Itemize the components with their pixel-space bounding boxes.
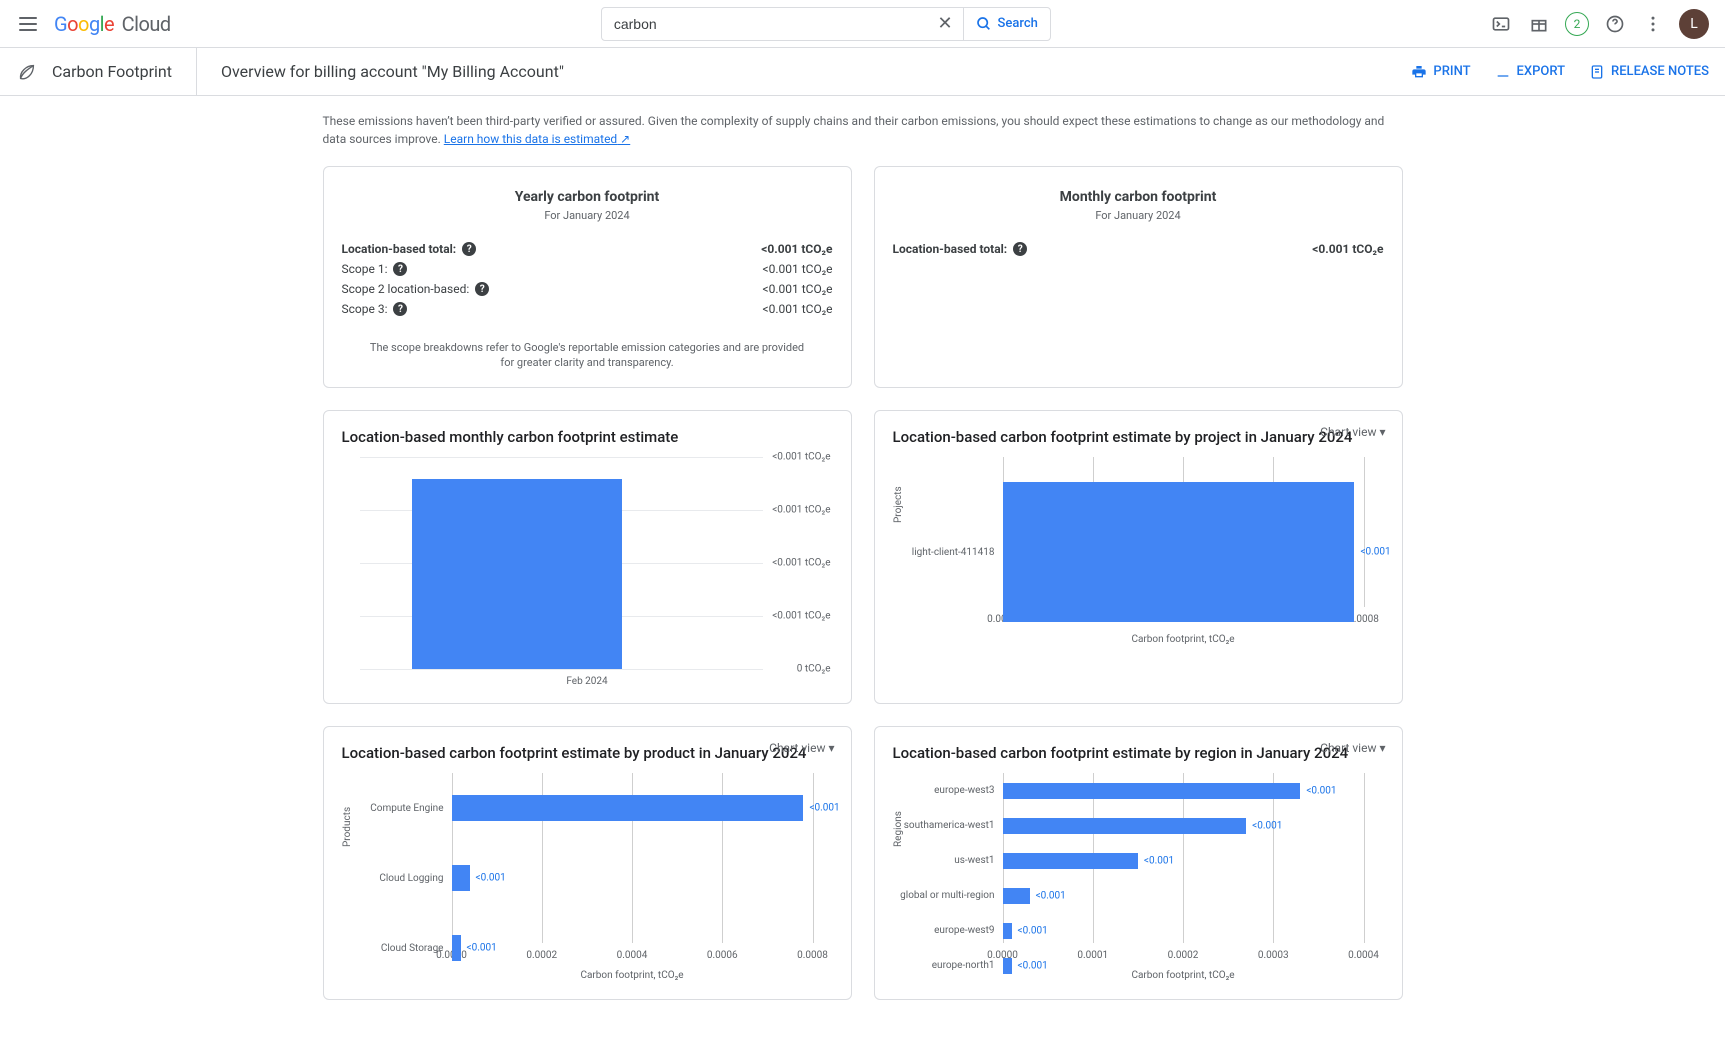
help-icon[interactable]: ? — [393, 302, 407, 316]
search-button-label: Search — [998, 16, 1038, 31]
monthly-card: Monthly carbon footprint For January 202… — [874, 166, 1403, 388]
bar-category: Cloud Logging — [342, 873, 452, 884]
bar-category: us-west1 — [893, 855, 1003, 866]
print-icon — [1411, 64, 1427, 80]
avatar[interactable]: L — [1679, 9, 1709, 39]
bar-feb-2024 — [412, 479, 622, 669]
x-axis-label: Feb 2024 — [412, 676, 763, 687]
yearly-note: The scope breakdowns refer to Google's r… — [342, 340, 833, 371]
yearly-title: Yearly carbon footprint — [342, 189, 833, 205]
help-icon[interactable]: ? — [475, 282, 489, 296]
y-tick-label: 0 tCO₂e — [797, 664, 831, 675]
bar-category: global or multi-region — [893, 890, 1003, 901]
bar-category: europe-north1 — [893, 960, 1003, 971]
bar-value: <0.001 — [809, 803, 839, 814]
bar-value: <0.001 — [1144, 855, 1174, 866]
help-icon[interactable]: ? — [393, 262, 407, 276]
sub-bar: Carbon Footprint Overview for billing ac… — [0, 48, 1725, 96]
monthly-title: Monthly carbon footprint — [893, 189, 1384, 205]
chart-view-toggle[interactable]: Chart view ▾ — [769, 741, 834, 755]
yearly-card: Yearly carbon footprint For January 2024… — [323, 166, 852, 388]
chart-bar: us-west1 <0.001 — [893, 853, 1364, 869]
bar-value: <0.001 — [1360, 547, 1390, 558]
project-chart: Projects 0.00000.00020.00040.00060.0008 … — [893, 457, 1384, 647]
more-icon[interactable] — [1641, 12, 1665, 36]
chart-bar: light-client-411418<0.001 — [893, 482, 1364, 622]
bar-category: Compute Engine — [342, 803, 452, 814]
menu-icon[interactable] — [16, 12, 40, 36]
y-tick-label: <0.001 tCO₂e — [772, 611, 830, 622]
project-chart-title: Location-based carbon footprint estimate… — [893, 427, 1384, 447]
bar-category: southamerica-west1 — [893, 820, 1003, 831]
chart-bar: Compute Engine<0.001 — [342, 795, 813, 821]
chart-bar: Cloud Storage <0.001 — [342, 935, 813, 961]
yearly-period: For January 2024 — [342, 209, 833, 222]
product-name: Carbon Footprint — [52, 48, 197, 95]
search-button[interactable]: Search — [963, 8, 1050, 40]
leaf-icon — [16, 61, 38, 83]
monthly-chart-title: Location-based monthly carbon footprint … — [342, 427, 833, 447]
bar-category: Cloud Storage — [342, 943, 452, 954]
y-tick-label: <0.001 tCO₂e — [772, 505, 830, 516]
topbar-right: 2 L — [1489, 9, 1709, 39]
help-icon[interactable] — [1603, 12, 1627, 36]
chart-bar: global or multi-region <0.001 — [893, 888, 1364, 904]
cloud-shell-icon[interactable] — [1489, 12, 1513, 36]
disclaimer: These emissions haven’t been third-party… — [323, 112, 1403, 148]
bar-value: <0.001 — [476, 873, 506, 884]
top-bar: Google Cloud ✕ Search 2 L — [0, 0, 1725, 48]
y-tick-label: <0.001 tCO₂e — [772, 452, 830, 463]
bar-value: <0.001 — [1018, 925, 1048, 936]
gcp-logo[interactable]: Google Cloud — [54, 12, 171, 36]
region-chart-title: Location-based carbon footprint estimate… — [893, 743, 1384, 763]
monthly-chart: <0.001 tCO₂e<0.001 tCO₂e<0.001 tCO₂e<0.0… — [342, 457, 833, 687]
search-box: ✕ Search — [601, 7, 1051, 41]
disclaimer-link[interactable]: Learn how this data is estimated ↗ — [444, 132, 630, 146]
y-tick-label: <0.001 tCO₂e — [772, 558, 830, 569]
chart-bar: southamerica-west1 <0.001 — [893, 818, 1364, 834]
monthly-period: For January 2024 — [893, 209, 1384, 222]
scope-row: Scope 1:?<0.001 tCO₂e — [342, 262, 833, 276]
chart-view-toggle[interactable]: Chart view ▾ — [1320, 425, 1385, 439]
bar-category: light-client-411418 — [893, 547, 1003, 558]
chart-bar: Cloud Logging <0.001 — [342, 865, 813, 891]
search-icon — [976, 16, 992, 32]
chart-view-toggle[interactable]: Chart view ▾ — [1320, 741, 1385, 755]
download-icon — [1495, 64, 1511, 80]
scope-row: Scope 3:?<0.001 tCO₂e — [342, 302, 833, 316]
search-input[interactable] — [602, 16, 928, 32]
region-chart: Regions 0.00000.00010.00020.00030.0004 e… — [893, 773, 1384, 983]
gift-icon[interactable] — [1527, 12, 1551, 36]
content: These emissions haven’t been third-party… — [303, 96, 1423, 1062]
search-clear-icon[interactable]: ✕ — [927, 13, 962, 34]
monthly-chart-card: Location-based monthly carbon footprint … — [323, 410, 852, 704]
print-button[interactable]: PRINT — [1411, 64, 1470, 80]
product-chart: Products 0.00000.00020.00040.00060.0008 … — [342, 773, 833, 983]
notification-badge[interactable]: 2 — [1565, 12, 1589, 36]
bar-category: europe-west9 — [893, 925, 1003, 936]
sub-actions: PRINT EXPORT RELEASE NOTES — [1411, 64, 1709, 80]
export-button[interactable]: EXPORT — [1495, 64, 1565, 80]
bar-category: europe-west3 — [893, 785, 1003, 796]
bar-value: <0.001 — [1306, 785, 1336, 796]
page-title: Overview for billing account "My Billing… — [197, 62, 564, 81]
product-chart-title: Location-based carbon footprint estimate… — [342, 743, 833, 763]
scope-row: Scope 2 location-based:?<0.001 tCO₂e — [342, 282, 833, 296]
region-chart-card: Chart view ▾ Location-based carbon footp… — [874, 726, 1403, 1000]
bar-value: <0.001 — [1036, 890, 1066, 901]
chart-bar: europe-west9 <0.001 — [893, 923, 1364, 939]
bar-value: <0.001 — [1252, 820, 1282, 831]
release-notes-button[interactable]: RELEASE NOTES — [1589, 64, 1709, 80]
help-icon[interactable]: ? — [1013, 242, 1027, 256]
product-chart-card: Chart view ▾ Location-based carbon footp… — [323, 726, 852, 1000]
project-chart-card: Chart view ▾ Location-based carbon footp… — [874, 410, 1403, 704]
help-icon[interactable]: ? — [462, 242, 476, 256]
bar-value: <0.001 — [467, 943, 497, 954]
notes-icon — [1589, 64, 1605, 80]
chart-bar: europe-west3 <0.001 — [893, 783, 1364, 799]
